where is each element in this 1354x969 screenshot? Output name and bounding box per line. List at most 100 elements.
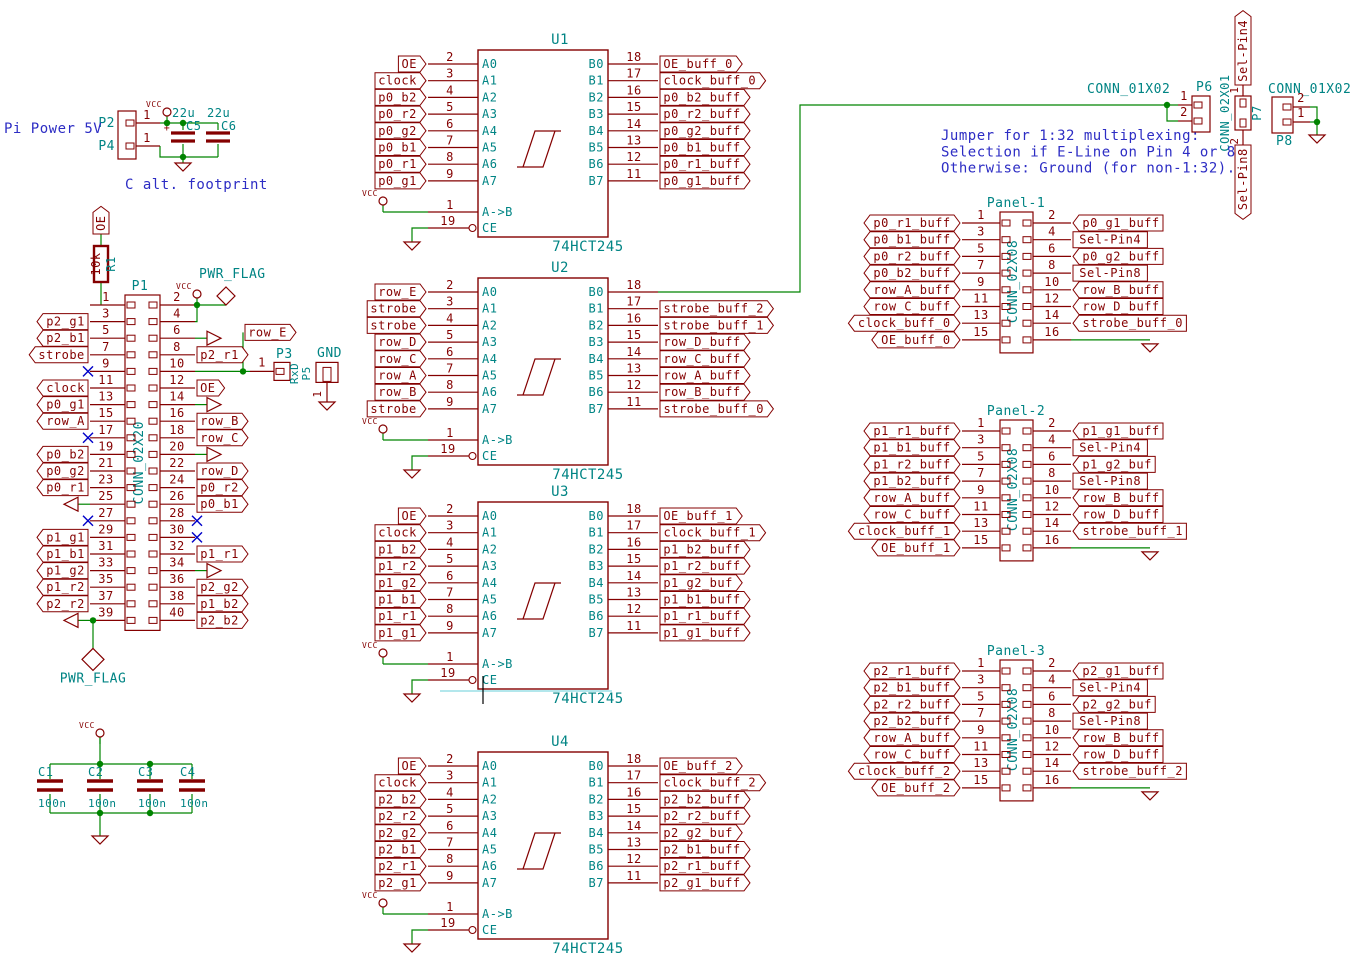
global-label-OE_buff_1[interactable]: OE_buff_1 (872, 540, 960, 556)
gnd-symbol[interactable] (92, 836, 108, 844)
global-label-strobe_buff_1[interactable]: strobe_buff_1 (1073, 523, 1186, 539)
wire[interactable] (160, 146, 218, 157)
ic-U2[interactable]: U274HCT2452A03A14A25A36A47A58A69A718B017… (440, 260, 641, 483)
global-label-p0_r1[interactable]: p0_r1 (37, 480, 88, 496)
global-label-clock_buff_0[interactable]: clock_buff_0 (660, 73, 766, 89)
global-label-p1_g1_buff[interactable]: p1_g1_buff (660, 625, 750, 641)
global-label-p1_r1_buff[interactable]: p1_r1_buff (660, 608, 750, 624)
global-label-OE_buff_2[interactable]: OE_buff_2 (872, 780, 960, 796)
global-label-p1_b2[interactable]: p1_b2 (197, 596, 248, 612)
global-label-row_D_buff[interactable]: row_D_buff (660, 334, 750, 350)
global-label-p2_b1[interactable]: p2_b1 (37, 330, 88, 346)
global-label-p2_g2[interactable]: p2_g2 (197, 579, 248, 595)
global-label-strobe[interactable]: strobe (29, 347, 88, 363)
global-label-p1_b2_buff[interactable]: p1_b2_buff (660, 541, 750, 557)
global-label-p1_g2[interactable]: p1_g2 (375, 575, 426, 591)
global-label-p0_g2_buff[interactable]: p0_g2_buff (1073, 248, 1163, 264)
ic-U1[interactable]: U174HCT2452A03A14A25A36A47A58A69A718B017… (440, 32, 641, 255)
global-label-strobe[interactable]: strobe (367, 301, 426, 317)
global-label-p0_g1[interactable]: p0_g1 (37, 397, 88, 413)
global-label-row_C_buff[interactable]: row_C_buff (660, 351, 750, 367)
global-label-p1_r1[interactable]: p1_r1 (375, 608, 426, 624)
wire[interactable] (412, 456, 428, 470)
global-label-Sel-Pin8[interactable]: Sel-Pin8 (1235, 145, 1251, 219)
global-label-p2_g1[interactable]: p2_g1 (37, 314, 88, 330)
global-label-row_B_buff[interactable]: row_B_buff (1073, 730, 1163, 746)
global-label-p2_r2_buff[interactable]: p2_r2_buff (660, 808, 750, 824)
global-label-p1_r2[interactable]: p1_r2 (375, 558, 426, 574)
global-label-p1_b1_buff[interactable]: p1_b1_buff (864, 440, 960, 456)
vcc-symbol[interactable] (379, 197, 387, 205)
global-label-row_B[interactable]: row_B (197, 413, 248, 429)
global-label-OE[interactable]: OE (398, 56, 426, 72)
global-label-p2_g1[interactable]: p2_g1 (375, 875, 426, 891)
global-label-p0_r2[interactable]: p0_r2 (197, 480, 248, 496)
global-label-Sel-Pin4[interactable]: Sel-Pin4 (1073, 680, 1147, 696)
global-label-p0_b2[interactable]: p0_b2 (375, 89, 426, 105)
global-label-OE_buff_0[interactable]: OE_buff_0 (660, 56, 742, 72)
global-label-row_D_buff[interactable]: row_D_buff (1073, 299, 1163, 315)
global-label-p1_r2[interactable]: p1_r2 (37, 579, 88, 595)
global-label-p2_r1[interactable]: p2_r1 (375, 858, 426, 874)
global-label-p1_g2[interactable]: p1_g2 (37, 563, 88, 579)
global-label-p1_g2_buf[interactable]: p1_g2_buf (1073, 456, 1155, 472)
gnd-symbol[interactable] (64, 613, 78, 627)
global-label-p0_g2[interactable]: p0_g2 (37, 463, 88, 479)
global-label-p2_b1_buff[interactable]: p2_b1_buff (660, 842, 750, 858)
ic-U4[interactable]: U474HCT2452A03A14A25A36A47A58A69A718B017… (440, 734, 641, 957)
global-label-row_D[interactable]: row_D (375, 334, 426, 350)
global-label-strobe_buff_0[interactable]: strobe_buff_0 (660, 401, 773, 417)
global-label-p1_r2_buff[interactable]: p1_r2_buff (864, 456, 960, 472)
global-label-p0_r1[interactable]: p0_r1 (375, 156, 426, 172)
vcc-symbol[interactable] (379, 899, 387, 907)
global-label-p2_r2_buff[interactable]: p2_r2_buff (864, 696, 960, 712)
gnd-symbol[interactable] (64, 497, 78, 511)
global-label-strobe_buff_2[interactable]: strobe_buff_2 (1073, 763, 1186, 779)
gnd-symbol[interactable] (207, 331, 221, 345)
global-label-strobe_buff_0[interactable]: strobe_buff_0 (1073, 315, 1186, 331)
global-label-row_B_buff[interactable]: row_B_buff (660, 384, 750, 400)
global-label-OE_buff_0[interactable]: OE_buff_0 (872, 332, 960, 348)
global-label-clock[interactable]: clock (37, 380, 88, 396)
global-label-row_D_buff[interactable]: row_D_buff (1073, 507, 1163, 523)
global-label-p1_b2[interactable]: p1_b2 (375, 541, 426, 557)
global-label-OE[interactable]: OE (197, 380, 225, 396)
global-label-p0_r2_buff[interactable]: p0_r2_buff (660, 106, 750, 122)
global-label-p0_b1[interactable]: p0_b1 (375, 140, 426, 156)
global-label-row_A_buff[interactable]: row_A_buff (864, 730, 960, 746)
global-label-p0_g1_buff[interactable]: p0_g1_buff (660, 173, 750, 189)
global-label-row_E[interactable]: row_E (245, 324, 296, 340)
global-label-row_B_buff[interactable]: row_B_buff (1073, 490, 1163, 506)
global-label-p1_g1_buff[interactable]: p1_g1_buff (1073, 423, 1163, 439)
global-label-clock[interactable]: clock (375, 525, 426, 541)
global-label-OE[interactable]: OE (398, 758, 426, 774)
global-label-p2_b1[interactable]: p2_b1 (375, 842, 426, 858)
global-label-row_C_buff[interactable]: row_C_buff (864, 747, 960, 763)
global-label-p0_r1_buff[interactable]: p0_r1_buff (864, 215, 960, 231)
global-label-row_D[interactable]: row_D (197, 463, 248, 479)
gnd-symbol[interactable] (207, 447, 221, 461)
global-label-row_A[interactable]: row_A (375, 368, 426, 384)
global-label-p1_b1_buff[interactable]: p1_b1_buff (660, 592, 750, 608)
global-label-p2_g2[interactable]: p2_g2 (375, 825, 426, 841)
global-label-p2_r1_buff[interactable]: p2_r1_buff (660, 858, 750, 874)
vcc-symbol[interactable] (379, 425, 387, 433)
global-label-p0_b2[interactable]: p0_b2 (37, 446, 88, 462)
global-label-p2_b2_buff[interactable]: p2_b2_buff (660, 791, 750, 807)
global-label-clock_buff_1[interactable]: clock_buff_1 (848, 523, 960, 539)
global-label-Sel-Pin8[interactable]: Sel-Pin8 (1073, 473, 1147, 489)
gnd-symbol[interactable] (175, 163, 191, 171)
gnd-symbol[interactable] (207, 398, 221, 412)
connector-P2-P4[interactable] (118, 111, 136, 159)
global-label-p0_g1[interactable]: p0_g1 (375, 173, 426, 189)
global-label-p0_g2[interactable]: p0_g2 (375, 123, 426, 139)
ic-U3[interactable]: U374HCT2452A03A14A25A36A47A58A69A718B017… (440, 484, 641, 707)
global-label-p1_g1[interactable]: p1_g1 (375, 625, 426, 641)
global-label-Sel-Pin4[interactable]: Sel-Pin4 (1073, 440, 1147, 456)
global-label-Sel-Pin4[interactable]: Sel-Pin4 (1235, 11, 1251, 85)
global-label-p2_r1[interactable]: p2_r1 (197, 347, 248, 363)
global-label-clock_buff_1[interactable]: clock_buff_1 (660, 525, 766, 541)
connector-P5[interactable] (316, 362, 338, 382)
global-label-row_A_buff[interactable]: row_A_buff (864, 490, 960, 506)
gnd-symbol[interactable] (207, 564, 221, 578)
